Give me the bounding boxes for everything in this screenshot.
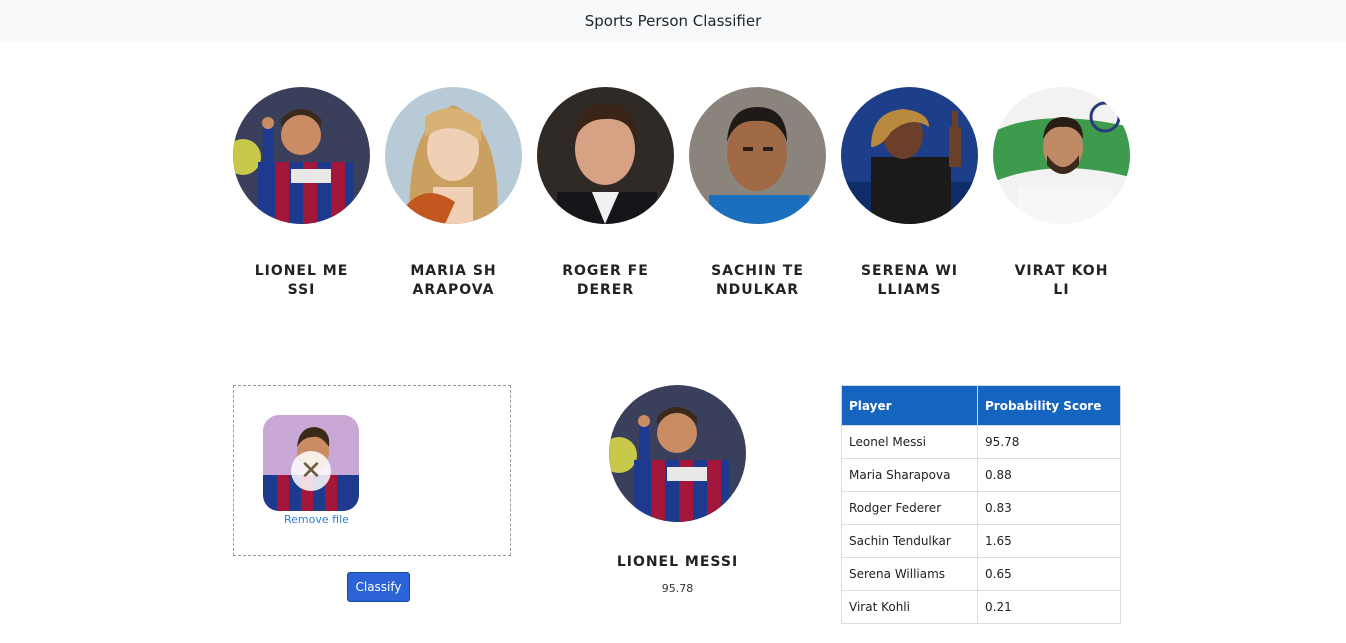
table-row: Serena Williams 0.65 xyxy=(841,557,1121,591)
remove-file-link[interactable]: Remove file xyxy=(284,513,349,526)
player-photo-tendulkar xyxy=(689,87,826,224)
score-cell: 0.88 xyxy=(977,458,1121,492)
player-photo-serena xyxy=(841,87,978,224)
player-photo-messi xyxy=(233,87,370,224)
player-cell: Rodger Federer xyxy=(841,491,978,525)
player-cell: Sachin Tendulkar xyxy=(841,524,978,558)
table-row: Maria Sharapova 0.88 xyxy=(841,458,1121,492)
table-row: Rodger Federer 0.83 xyxy=(841,491,1121,525)
score-cell: 95.78 xyxy=(977,425,1121,459)
player-card-messi: LIONEL MESSI xyxy=(233,87,370,300)
player-cell: Maria Sharapova xyxy=(841,458,978,492)
player-name-sharapova: MARIA SHARAPOVA xyxy=(410,263,497,298)
remove-file-icon[interactable]: ✕ xyxy=(291,451,331,491)
score-cell: 0.83 xyxy=(977,491,1121,525)
player-card-tendulkar: SACHIN TENDULKAR xyxy=(689,87,826,300)
player-photo-federer xyxy=(537,87,674,224)
player-card-federer: ROGER FEDERER xyxy=(537,87,674,300)
player-name-serena: SERENA WILLIAMS xyxy=(860,263,959,298)
table-row: Sachin Tendulkar 1.65 xyxy=(841,524,1121,558)
result-photo xyxy=(609,385,746,522)
column-header-probability: Probability Score xyxy=(977,385,1121,426)
player-card-sharapova: MARIA SHARAPOVA xyxy=(385,87,522,300)
uploaded-image-thumbnail: ✕ xyxy=(263,415,359,511)
score-cell: 0.21 xyxy=(977,590,1121,624)
file-dropzone[interactable]: ✕ Remove file xyxy=(233,385,511,556)
player-cell: Leonel Messi xyxy=(841,425,978,459)
player-name-kohli: VIRAT KOHLI xyxy=(1014,263,1109,298)
player-cell: Virat Kohli xyxy=(841,590,978,624)
player-cell: Serena Williams xyxy=(841,557,978,591)
player-photo-kohli xyxy=(993,87,1130,224)
probability-table: Player Probability Score Leonel Messi 95… xyxy=(841,385,1121,624)
player-name-messi: LIONEL MESSI xyxy=(254,263,349,298)
table-header-row: Player Probability Score xyxy=(841,385,1121,426)
result-card: LIONEL MESSI 95.78 xyxy=(609,385,746,595)
score-cell: 0.65 xyxy=(977,557,1121,591)
result-score: 95.78 xyxy=(661,582,694,595)
player-name-tendulkar: SACHIN TENDULKAR xyxy=(711,263,804,298)
player-card-kohli: VIRAT KOHLI xyxy=(993,87,1130,300)
table-row: Leonel Messi 95.78 xyxy=(841,425,1121,459)
result-player-name: LIONEL MESSI xyxy=(616,554,739,570)
score-cell: 1.65 xyxy=(977,524,1121,558)
app-title[interactable]: Sports Person Classifier xyxy=(585,12,762,30)
player-card-serena: SERENA WILLIAMS xyxy=(841,87,978,300)
player-photo-sharapova xyxy=(385,87,522,224)
classify-button[interactable]: Classify xyxy=(347,572,410,602)
column-header-player: Player xyxy=(841,385,978,426)
player-name-federer: ROGER FEDERER xyxy=(562,263,649,298)
table-row: Virat Kohli 0.21 xyxy=(841,590,1121,624)
navbar: Sports Person Classifier xyxy=(0,0,1346,42)
